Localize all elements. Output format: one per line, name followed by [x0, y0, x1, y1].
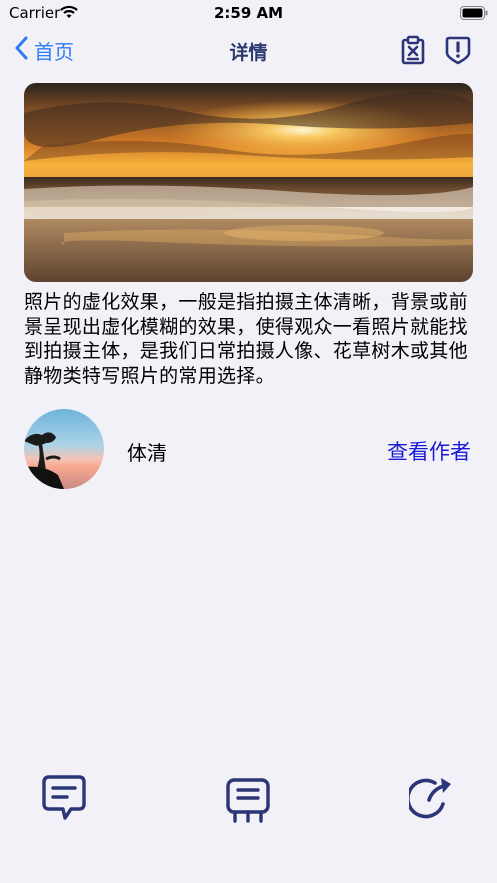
comment-icon[interactable] [41, 774, 87, 826]
navigation-bar: 首页 详情 [0, 32, 497, 72]
report-icon[interactable] [444, 35, 472, 69]
status-bar: Carrier 2:59 AM [0, 0, 497, 26]
battery-icon [460, 5, 488, 24]
photo-description: 照片的虚化效果，一般是指拍摄主体清晰，背景或前景呈现出虚化模糊的效果，使得观众一… [24, 291, 468, 387]
status-time: 2:59 AM [213, 4, 284, 22]
author-name: 体清 [127, 441, 167, 465]
detail-photo [24, 83, 473, 282]
author-avatar[interactable] [24, 409, 104, 489]
share-icon[interactable] [406, 774, 457, 828]
close-document-icon[interactable] [400, 35, 426, 69]
message-board-icon[interactable] [225, 774, 271, 828]
view-author-link[interactable]: 查看作者 [387, 436, 471, 466]
